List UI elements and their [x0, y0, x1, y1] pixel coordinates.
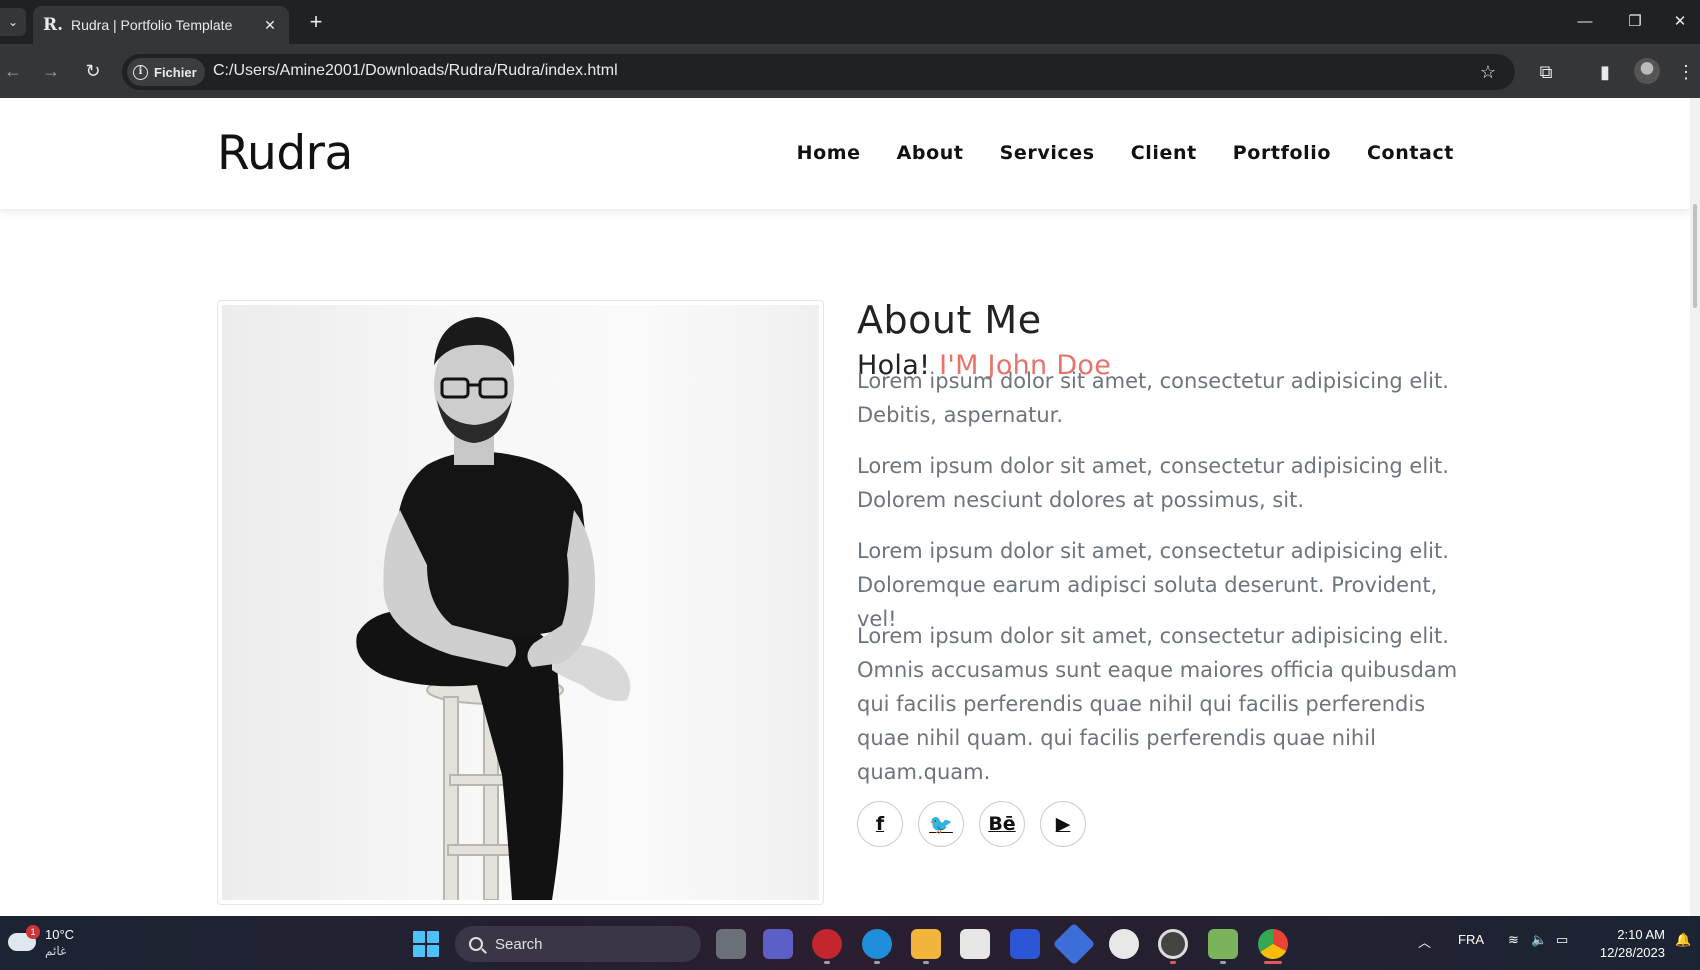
edge-running-indicator	[874, 961, 880, 964]
tray-overflow-icon[interactable]: ︿	[1418, 932, 1431, 951]
opera-icon[interactable]	[812, 929, 842, 959]
page-scrollbar-thumb[interactable]	[1693, 204, 1697, 308]
nav-home[interactable]: Home	[797, 142, 861, 164]
battery-icon[interactable]: ▭	[1556, 932, 1568, 948]
bookmark-star-icon[interactable]: ☆	[1474, 58, 1502, 86]
site-info-label: Fichier	[154, 64, 197, 80]
weather-widget[interactable]: 1 10°C غائم	[8, 925, 98, 963]
window-close-icon[interactable]: ✕	[1655, 10, 1700, 34]
notification-bell-icon[interactable]: 🔔	[1675, 932, 1691, 948]
site-info-chip[interactable]: i Fichier	[127, 58, 205, 86]
person-on-stool-illustration	[356, 317, 631, 900]
site-brand-logo[interactable]: Rudra	[217, 126, 353, 181]
back-icon[interactable]: ←	[0, 58, 26, 84]
url-text[interactable]: C:/Users/Amine2001/Downloads/Rudra/Rudra…	[213, 62, 618, 80]
chrome-icon[interactable]	[1258, 929, 1288, 959]
wifi-icon[interactable]: ≋	[1508, 932, 1519, 948]
visual-studio-icon[interactable]	[1010, 929, 1040, 959]
new-tab-button[interactable]: +	[303, 10, 329, 36]
facebook-icon: f	[875, 813, 885, 835]
facebook-link[interactable]: f	[857, 801, 903, 847]
clock-time: 2:10 AM	[1617, 927, 1665, 942]
browser-tab-bar: ⌄ R. Rudra | Portfolio Template ✕ + — ❐ …	[0, 0, 1700, 44]
favicon-icon: R.	[43, 15, 64, 35]
teams-icon[interactable]	[763, 929, 793, 959]
edge-icon[interactable]	[862, 929, 892, 959]
microsoft-store-icon[interactable]	[960, 929, 990, 959]
profile-photo-frame	[217, 300, 824, 905]
side-panel-icon[interactable]: ▮	[1591, 58, 1619, 86]
nav-about[interactable]: About	[897, 142, 964, 164]
reload-icon[interactable]: ↻	[80, 58, 106, 84]
notepad-app-icon[interactable]	[1208, 929, 1238, 959]
about-paragraph-1: Lorem ipsum dolor sit amet, consectetur …	[857, 369, 1449, 427]
explorer-running-indicator	[923, 961, 929, 964]
opera-running-indicator	[824, 961, 830, 964]
minimize-icon[interactable]: —	[1560, 10, 1610, 34]
weather-badge: 1	[26, 925, 40, 939]
about-paragraph-2: Lorem ipsum dolor sit amet, consectetur …	[857, 454, 1449, 512]
profile-avatar[interactable]	[1634, 58, 1660, 84]
site-header: Rudra Home About Services Client Portfol…	[0, 98, 1690, 210]
page-viewport: Rudra Home About Services Client Portfol…	[0, 98, 1690, 916]
restore-icon[interactable]: ❐	[1610, 10, 1660, 34]
taskbar-search[interactable]: Search	[455, 926, 701, 962]
nav-portfolio[interactable]: Portfolio	[1233, 142, 1331, 164]
profile-photo	[222, 305, 819, 900]
tab-close-icon[interactable]: ✕	[261, 17, 279, 34]
file-explorer-icon[interactable]	[911, 929, 941, 959]
about-title: About Me	[857, 298, 1042, 342]
forward-icon[interactable]: →	[38, 58, 64, 84]
nav-client[interactable]: Client	[1131, 142, 1197, 164]
youtube-icon: ▶	[1055, 813, 1071, 835]
nav-contact[interactable]: Contact	[1367, 142, 1454, 164]
start-button[interactable]	[413, 931, 439, 957]
search-icon	[469, 937, 483, 951]
behance-icon: Bē	[988, 813, 1016, 835]
media-running-indicator	[1170, 961, 1176, 964]
info-icon: i	[133, 64, 148, 80]
extensions-icon[interactable]: ⧉	[1532, 58, 1560, 86]
chrome-active-indicator	[1264, 961, 1282, 964]
windows-logo-icon	[413, 931, 425, 943]
about-paragraph-4: Lorem ipsum dolor sit amet, consectetur …	[857, 624, 1458, 784]
task-view-icon[interactable]	[716, 929, 746, 959]
behance-link[interactable]: Bē	[979, 801, 1025, 847]
clock-date: 12/28/2023	[1599, 945, 1665, 960]
youtube-link[interactable]: ▶	[1040, 801, 1086, 847]
volume-icon[interactable]: 🔈	[1531, 932, 1547, 948]
weather-temperature: 10°C	[45, 927, 75, 942]
twitter-link[interactable]: 🐦	[918, 801, 964, 847]
main-nav: Home About Services Client Portfolio Con…	[797, 142, 1454, 164]
menu-kebab-icon[interactable]: ⋮	[1672, 58, 1700, 86]
taskbar-search-label: Search	[495, 935, 543, 953]
twitter-icon: 🐦	[929, 813, 953, 836]
nav-services[interactable]: Services	[1000, 142, 1095, 164]
windows-taskbar	[0, 916, 1700, 970]
clock-app-icon[interactable]	[1109, 929, 1139, 959]
media-app-icon[interactable]	[1158, 929, 1188, 959]
weather-condition: غائم	[45, 944, 67, 958]
tab-title: Rudra | Portfolio Template	[71, 17, 233, 33]
taskbar-clock[interactable]: 2:10 AM 12/28/2023	[1595, 926, 1665, 962]
notepad-running-indicator	[1220, 961, 1226, 964]
tab-search-button[interactable]: ⌄	[0, 8, 26, 36]
language-indicator[interactable]: FRA	[1458, 932, 1484, 947]
social-links: f 🐦 Bē ▶	[857, 801, 1086, 847]
browser-tab-active[interactable]: R. Rudra | Portfolio Template ✕	[33, 6, 289, 44]
